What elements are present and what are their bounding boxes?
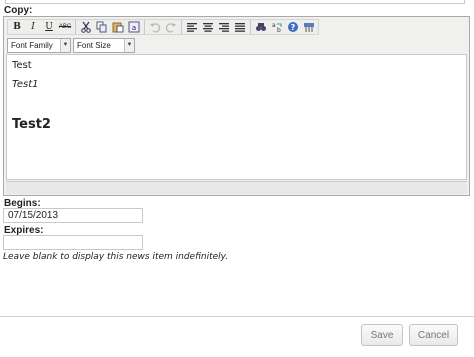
toolbar-separator [250,20,251,34]
chevron-down-icon[interactable]: ▼ [60,38,70,52]
italic-icon[interactable]: I [26,20,40,34]
editor-content-area[interactable]: Test Test1 Test2 [6,54,467,180]
paste-text-icon[interactable]: a [127,20,141,34]
editor-toolbar-row-1: B I U ABC a a b ? [7,19,321,35]
font-family-select[interactable]: Font Family ▼ [7,37,71,53]
cleanup-icon[interactable] [302,20,316,34]
redo-icon[interactable] [164,20,178,34]
expires-hint-text: Leave blank to display this news item in… [3,252,229,262]
find-icon[interactable] [254,20,268,34]
toolbar-separator [75,20,76,34]
align-right-icon[interactable] [217,20,231,34]
align-center-icon[interactable] [201,20,215,34]
font-size-select-value: Font Size [77,40,111,50]
content-paragraph: Test [12,60,32,71]
font-family-select-value: Font Family [11,40,53,50]
save-button[interactable]: Save [361,324,403,346]
content-heading: Test2 [12,117,51,132]
svg-text:a: a [132,24,136,32]
svg-text:b: b [277,27,281,33]
svg-text:?: ? [291,23,296,32]
editor-status-bar [6,181,467,194]
format-group: B I U ABC a a b ? [7,19,319,35]
underline-icon[interactable]: U [42,20,56,34]
justify-icon[interactable] [233,20,247,34]
paste-icon[interactable] [111,20,125,34]
begins-date-input[interactable]: 07/15/2013 [3,208,143,223]
content-paragraph-italic: Test1 [12,79,39,90]
strikethrough-icon[interactable]: ABC [58,20,72,34]
copy-label: Copy: [4,5,33,16]
previous-field-input[interactable] [5,0,465,4]
toolbar-separator [144,20,145,34]
cut-icon[interactable] [79,20,93,34]
undo-icon[interactable] [148,20,162,34]
footer-divider [0,316,474,317]
copy-icon[interactable] [95,20,109,34]
chevron-down-icon[interactable]: ▼ [124,38,134,52]
bold-icon[interactable]: B [10,20,24,34]
cancel-button[interactable]: Cancel [409,324,458,346]
font-size-select[interactable]: Font Size ▼ [73,37,135,53]
svg-text:a: a [272,22,276,29]
expires-date-input[interactable] [3,235,143,250]
help-icon[interactable]: ? [286,20,300,34]
rich-text-editor: B I U ABC a a b ? Font Family ▼ Font Siz… [3,16,470,196]
toolbar-separator [181,20,182,34]
replace-icon[interactable]: ab [270,20,284,34]
editor-toolbar-row-2: Font Family ▼ Font Size ▼ [7,37,137,53]
align-left-icon[interactable] [185,20,199,34]
